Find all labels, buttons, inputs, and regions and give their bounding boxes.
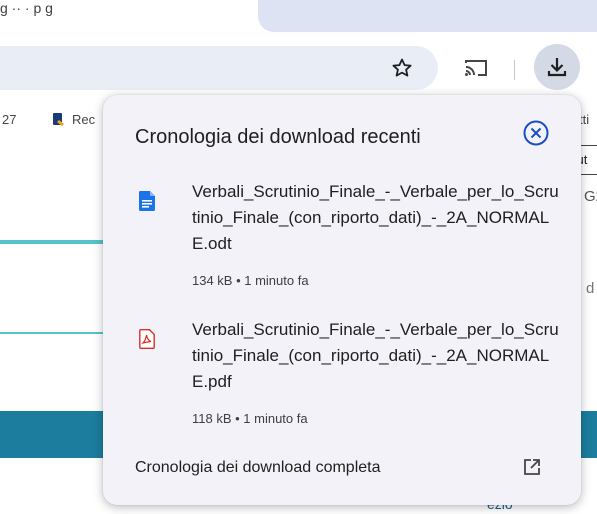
- download-filename: Verbali_Scrutinio_Finale_-_Verbale_per_l…: [192, 182, 559, 253]
- downloads-button[interactable]: [534, 44, 580, 90]
- full-history-link[interactable]: Cronologia dei download completa: [135, 459, 381, 477]
- document-icon: [139, 191, 155, 211]
- download-icon: [547, 58, 567, 77]
- partial-tab-title[interactable]: g ·· · p g: [0, 0, 53, 16]
- toolbar-separator: [514, 60, 515, 80]
- page-divider: [0, 332, 110, 334]
- bookmark-fragment[interactable]: 27: [2, 112, 16, 127]
- browser-toolbar: [0, 36, 597, 100]
- bookmark-label: Rec: [72, 112, 96, 127]
- tab-strip: g ·· · p g: [0, 0, 597, 36]
- page-text-fragment: G2: [584, 188, 597, 205]
- download-meta: 134 kB • 1 minuto fa: [192, 273, 309, 288]
- open-in-new-icon[interactable]: [523, 458, 541, 476]
- download-filename: Verbali_Scrutinio_Finale_-_Verbale_per_l…: [192, 320, 559, 391]
- pdf-icon: [139, 329, 155, 349]
- active-tab[interactable]: [258, 0, 597, 32]
- popup-title: Cronologia dei download recenti: [135, 126, 421, 148]
- download-item[interactable]: Verbali_Scrutinio_Finale_-_Verbale_per_l…: [103, 179, 581, 309]
- cast-icon[interactable]: [463, 56, 489, 80]
- close-icon[interactable]: [520, 117, 552, 149]
- address-bar[interactable]: [0, 46, 438, 90]
- bookmark-star-icon[interactable]: [390, 56, 414, 80]
- page-divider: [0, 240, 110, 244]
- downloads-popup: Cronologia dei download recenti Verbali_…: [103, 95, 581, 505]
- download-item[interactable]: Verbali_Scrutinio_Finale_-_Verbale_per_l…: [103, 317, 581, 447]
- download-meta: 118 kB • 1 minuto fa: [192, 411, 308, 426]
- bookmark-favicon-icon: [53, 113, 64, 126]
- page-text-fragment: d: [586, 280, 595, 297]
